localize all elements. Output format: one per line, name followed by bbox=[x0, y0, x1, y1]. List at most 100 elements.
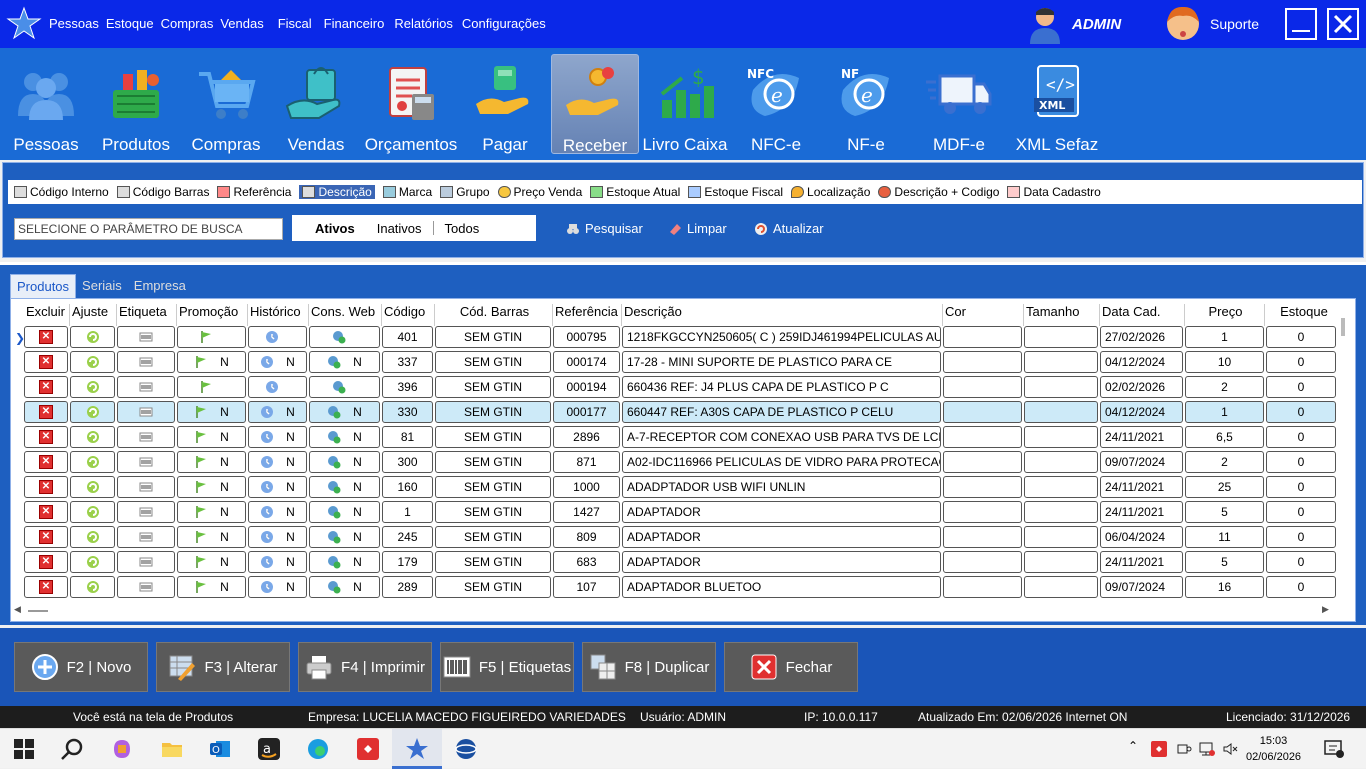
promo-cell[interactable]: N bbox=[177, 576, 246, 598]
toolbar-pessoas[interactable]: Pessoas bbox=[8, 54, 84, 154]
label-icon[interactable] bbox=[139, 330, 153, 344]
label-icon[interactable] bbox=[139, 555, 153, 569]
menu-vendas[interactable]: Vendas bbox=[220, 16, 263, 31]
promo-flag-icon[interactable] bbox=[194, 355, 208, 369]
promo-cell[interactable]: N bbox=[177, 351, 246, 373]
menu-pessoas[interactable]: Pessoas bbox=[49, 16, 99, 31]
delete-icon[interactable]: ✕ bbox=[39, 405, 53, 419]
delete-icon[interactable]: ✕ bbox=[39, 555, 53, 569]
col-cons-web[interactable]: Cons. Web bbox=[309, 304, 382, 326]
menu-financeiro[interactable]: Financeiro bbox=[324, 16, 385, 31]
col-tamanho[interactable]: Tamanho bbox=[1024, 304, 1100, 326]
col-historico[interactable]: Histórico bbox=[248, 304, 309, 326]
windows-start-icon[interactable] bbox=[12, 737, 36, 761]
history-cell[interactable]: N bbox=[248, 451, 307, 473]
adjust-icon[interactable] bbox=[86, 430, 100, 444]
delete-cell[interactable]: ✕ bbox=[24, 426, 68, 448]
promo-flag-icon[interactable] bbox=[194, 480, 208, 494]
label-cell[interactable] bbox=[117, 451, 175, 473]
toolbar-produtos[interactable]: Produtos bbox=[98, 54, 174, 154]
col-codigo[interactable]: Código bbox=[382, 304, 435, 326]
filter-marca[interactable]: Marca bbox=[382, 185, 432, 199]
label-icon[interactable] bbox=[139, 405, 153, 419]
label-cell[interactable] bbox=[117, 376, 175, 398]
history-icon[interactable] bbox=[260, 555, 274, 569]
toolbar-vendas[interactable]: Vendas bbox=[278, 54, 354, 154]
label-icon[interactable] bbox=[139, 355, 153, 369]
adjust-cell[interactable] bbox=[70, 426, 115, 448]
col-etiqueta[interactable]: Etiqueta bbox=[117, 304, 177, 326]
history-icon[interactable] bbox=[260, 405, 274, 419]
label-icon[interactable] bbox=[139, 505, 153, 519]
toolbar-xml-sefaz[interactable]: </> XML XML Sefaz bbox=[1014, 54, 1100, 154]
toolbar-nfce[interactable]: e NFC NFC-e bbox=[738, 54, 814, 154]
history-cell[interactable]: N bbox=[248, 401, 307, 423]
toolbar-receber[interactable]: Receber bbox=[551, 54, 639, 155]
delete-icon[interactable]: ✕ bbox=[39, 430, 53, 444]
adjust-cell[interactable] bbox=[70, 476, 115, 498]
delete-cell[interactable]: ✕ bbox=[24, 376, 68, 398]
support-info[interactable]: Suporte bbox=[1164, 4, 1259, 44]
web-query-icon[interactable] bbox=[327, 555, 341, 569]
history-cell[interactable]: N bbox=[248, 501, 307, 523]
status-inativos[interactable]: Inativos bbox=[366, 221, 433, 236]
delete-cell[interactable]: ✕ bbox=[24, 576, 68, 598]
label-cell[interactable] bbox=[117, 551, 175, 573]
adjust-cell[interactable] bbox=[70, 526, 115, 548]
close-window-button[interactable] bbox=[1327, 8, 1359, 40]
status-todos[interactable]: Todos bbox=[434, 221, 491, 236]
file-explorer-icon[interactable] bbox=[160, 737, 184, 761]
menu-compras[interactable]: Compras bbox=[161, 16, 214, 31]
adjust-cell[interactable] bbox=[70, 551, 115, 573]
delete-icon[interactable]: ✕ bbox=[39, 480, 53, 494]
label-cell[interactable] bbox=[117, 326, 175, 348]
delete-cell[interactable]: ✕ bbox=[24, 501, 68, 523]
col-data-cad[interactable]: Data Cad. bbox=[1100, 304, 1185, 326]
filter-preco-venda[interactable]: Preço Venda bbox=[497, 185, 582, 199]
history-cell[interactable]: N bbox=[248, 576, 307, 598]
minimize-button[interactable] bbox=[1285, 8, 1317, 40]
delete-icon[interactable]: ✕ bbox=[39, 505, 53, 519]
col-referencia[interactable]: Referência bbox=[553, 304, 622, 326]
promo-flag-icon[interactable] bbox=[199, 380, 213, 394]
promo-flag-icon[interactable] bbox=[194, 405, 208, 419]
table-row[interactable]: ✕ N N N 330 SEM GTIN 000177 660447 REF: A30S CA… bbox=[24, 401, 1338, 424]
history-icon[interactable] bbox=[265, 330, 279, 344]
history-icon[interactable] bbox=[260, 455, 274, 469]
promo-cell[interactable]: N bbox=[177, 551, 246, 573]
history-cell[interactable] bbox=[248, 326, 307, 348]
filter-codigo-interno[interactable]: Código Interno bbox=[14, 185, 109, 199]
delete-icon[interactable]: ✕ bbox=[39, 380, 53, 394]
adjust-icon[interactable] bbox=[86, 380, 100, 394]
promo-flag-icon[interactable] bbox=[194, 505, 208, 519]
promo-flag-icon[interactable] bbox=[194, 555, 208, 569]
promo-cell[interactable]: N bbox=[177, 401, 246, 423]
label-cell[interactable] bbox=[117, 476, 175, 498]
promo-cell[interactable]: N bbox=[177, 501, 246, 523]
col-descricao[interactable]: Descrição bbox=[622, 304, 943, 326]
anydesk-tray-icon[interactable] bbox=[1151, 741, 1167, 757]
toolbar-orcamentos[interactable]: Orçamentos bbox=[362, 54, 460, 154]
web-query-icon[interactable] bbox=[327, 530, 341, 544]
web-query-icon[interactable] bbox=[327, 480, 341, 494]
web-query-icon[interactable] bbox=[327, 455, 341, 469]
adjust-cell[interactable] bbox=[70, 401, 115, 423]
history-icon[interactable] bbox=[265, 380, 279, 394]
history-cell[interactable]: N bbox=[248, 551, 307, 573]
web-cell[interactable]: N bbox=[309, 551, 380, 573]
search-icon[interactable] bbox=[60, 737, 84, 761]
web-query-icon[interactable] bbox=[332, 380, 346, 394]
promo-cell[interactable] bbox=[177, 376, 246, 398]
delete-icon[interactable]: ✕ bbox=[39, 580, 53, 594]
promo-flag-icon[interactable] bbox=[199, 330, 213, 344]
filter-referencia[interactable]: Referência bbox=[217, 185, 291, 199]
col-cor[interactable]: Cor bbox=[943, 304, 1024, 326]
delete-cell[interactable]: ✕ bbox=[24, 526, 68, 548]
table-row[interactable]: ✕ N N N 245 SEM GTIN 809 ADAPTADOR 06/04/2024 11 0 bbox=[24, 526, 1338, 549]
tab-seriais[interactable]: Seriais bbox=[76, 274, 128, 298]
toolbar-mdfe[interactable]: MDF-e bbox=[914, 54, 1004, 154]
promo-flag-icon[interactable] bbox=[194, 530, 208, 544]
tab-empresa[interactable]: Empresa bbox=[128, 274, 192, 298]
delete-cell[interactable]: ✕ bbox=[24, 551, 68, 573]
table-row[interactable]: ✕ N N N 300 SEM GTIN 871 A02-IDC116966 PELICULA… bbox=[24, 451, 1338, 474]
